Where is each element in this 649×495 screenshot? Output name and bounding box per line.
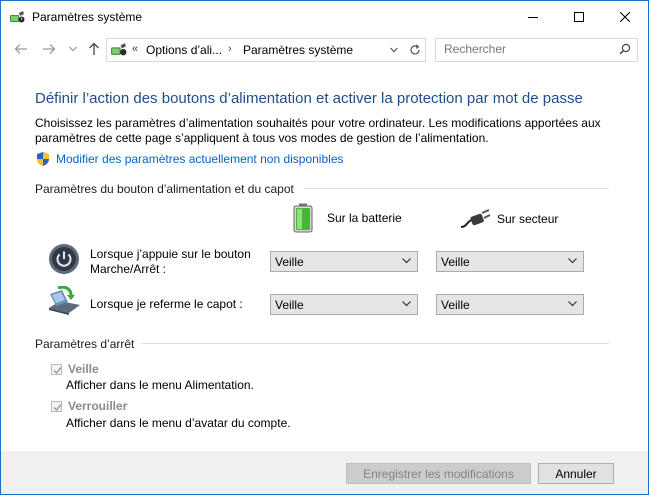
cancel-button[interactable]: Annuler bbox=[538, 463, 614, 484]
shutdown-section-title: Paramètres d’arrêt bbox=[35, 337, 135, 351]
checkmark-icon bbox=[53, 403, 62, 411]
select-value: Veille bbox=[275, 255, 304, 269]
search-input[interactable] bbox=[436, 39, 624, 59]
footer-bar: Enregistrer les modifications Annuler bbox=[1, 451, 648, 494]
window-title: Paramètres système bbox=[32, 10, 143, 24]
forward-button[interactable] bbox=[39, 39, 59, 59]
lid-label-line1: Lorsque je referme le capot : bbox=[90, 297, 243, 311]
minimize-button[interactable] bbox=[510, 1, 556, 32]
breadcrumb-power-options[interactable]: Options d’ali... bbox=[146, 43, 222, 57]
window: Paramètres système « Options d’ali... › … bbox=[0, 0, 649, 495]
close-button[interactable] bbox=[602, 1, 648, 32]
search-icon[interactable] bbox=[619, 43, 631, 58]
refresh-button[interactable] bbox=[405, 38, 426, 62]
chevron-down-icon bbox=[568, 301, 577, 307]
sleep-checkbox-label: Veille bbox=[68, 362, 99, 376]
battery-column-label: Sur la batterie bbox=[327, 211, 402, 225]
admin-settings-link-text[interactable]: Modifier des paramètres actuellement non… bbox=[56, 152, 344, 166]
plugged-column-label: Sur secteur bbox=[497, 212, 559, 226]
lid-battery-select[interactable]: Veille bbox=[270, 294, 418, 315]
back-arrow-icon bbox=[14, 44, 27, 54]
chevron-down-icon bbox=[568, 258, 577, 264]
lid-plugged-select[interactable]: Veille bbox=[436, 294, 584, 315]
power-button-icon bbox=[48, 243, 80, 278]
power-button-row-label: Lorsque j’appuie sur le bouton Marche/Ar… bbox=[90, 247, 251, 277]
battery-column-header: Sur la batterie bbox=[293, 203, 402, 233]
title-bar: Paramètres système bbox=[1, 1, 648, 32]
sleep-checkbox[interactable] bbox=[51, 363, 62, 375]
search-box[interactable] bbox=[435, 38, 638, 62]
lid-row-label: Lorsque je referme le capot : bbox=[90, 297, 243, 312]
lock-description: Afficher dans le menu d’avatar du compte… bbox=[66, 416, 291, 430]
lock-checkbox-label: Verrouiller bbox=[68, 399, 128, 413]
select-value: Veille bbox=[441, 255, 470, 269]
address-bar[interactable]: « Options d’ali... › Paramètres système bbox=[106, 38, 407, 62]
page-title: Définir l’action des boutons d’alimentat… bbox=[35, 90, 583, 107]
navigation-bar: « Options d’ali... › Paramètres système bbox=[1, 35, 648, 63]
power-button-label-line1: Lorsque j’appuie sur le bouton bbox=[90, 247, 251, 261]
breadcrumb-separator[interactable]: › bbox=[228, 43, 232, 55]
plugged-column-header: Sur secteur bbox=[459, 209, 558, 229]
power-plug-icon bbox=[460, 209, 491, 228]
battery-icon bbox=[293, 203, 313, 233]
forward-arrow-icon bbox=[43, 44, 56, 54]
back-button[interactable] bbox=[11, 39, 31, 59]
up-arrow-icon bbox=[89, 42, 99, 55]
checkmark-icon bbox=[53, 366, 62, 374]
save-changes-button[interactable]: Enregistrer les modifications bbox=[346, 463, 531, 484]
section-divider bbox=[304, 188, 609, 189]
lock-checkbox[interactable] bbox=[51, 400, 62, 412]
refresh-icon bbox=[410, 44, 420, 55]
sleep-description: Afficher dans le menu Alimentation. bbox=[66, 378, 254, 392]
chevron-down-icon bbox=[402, 258, 411, 264]
close-icon bbox=[620, 11, 630, 22]
chevron-down-icon bbox=[402, 301, 411, 307]
select-value: Veille bbox=[441, 298, 470, 312]
power-options-icon bbox=[110, 41, 127, 58]
power-button-label-line2: Marche/Arrêt : bbox=[90, 262, 167, 276]
power-button-plugged-select[interactable]: Veille bbox=[436, 251, 584, 272]
page-description: Choisissez les paramètres d’alimentation… bbox=[35, 116, 601, 145]
maximize-icon bbox=[574, 11, 584, 22]
address-overflow[interactable]: « bbox=[132, 43, 138, 55]
sleep-option[interactable]: Veille bbox=[51, 362, 99, 376]
power-section-title: Paramètres du bouton d’alimentation et d… bbox=[35, 182, 294, 196]
laptop-lid-icon bbox=[46, 285, 82, 319]
lock-option[interactable]: Verrouiller bbox=[51, 399, 127, 413]
recent-locations-button[interactable] bbox=[63, 39, 83, 59]
minimize-icon bbox=[528, 16, 538, 18]
breadcrumb-system-settings[interactable]: Paramètres système bbox=[243, 43, 353, 57]
chevron-down-icon bbox=[390, 47, 398, 53]
chevron-down-icon bbox=[69, 46, 77, 52]
uac-shield-icon bbox=[35, 151, 51, 167]
section-divider bbox=[141, 343, 609, 344]
select-value: Veille bbox=[275, 298, 304, 312]
power-options-icon bbox=[9, 9, 25, 25]
address-dropdown-button[interactable] bbox=[384, 39, 404, 61]
admin-settings-link[interactable]: Modifier des paramètres actuellement non… bbox=[35, 151, 344, 167]
power-button-battery-select[interactable]: Veille bbox=[270, 251, 418, 272]
maximize-button[interactable] bbox=[556, 1, 602, 32]
up-button[interactable] bbox=[84, 39, 104, 59]
